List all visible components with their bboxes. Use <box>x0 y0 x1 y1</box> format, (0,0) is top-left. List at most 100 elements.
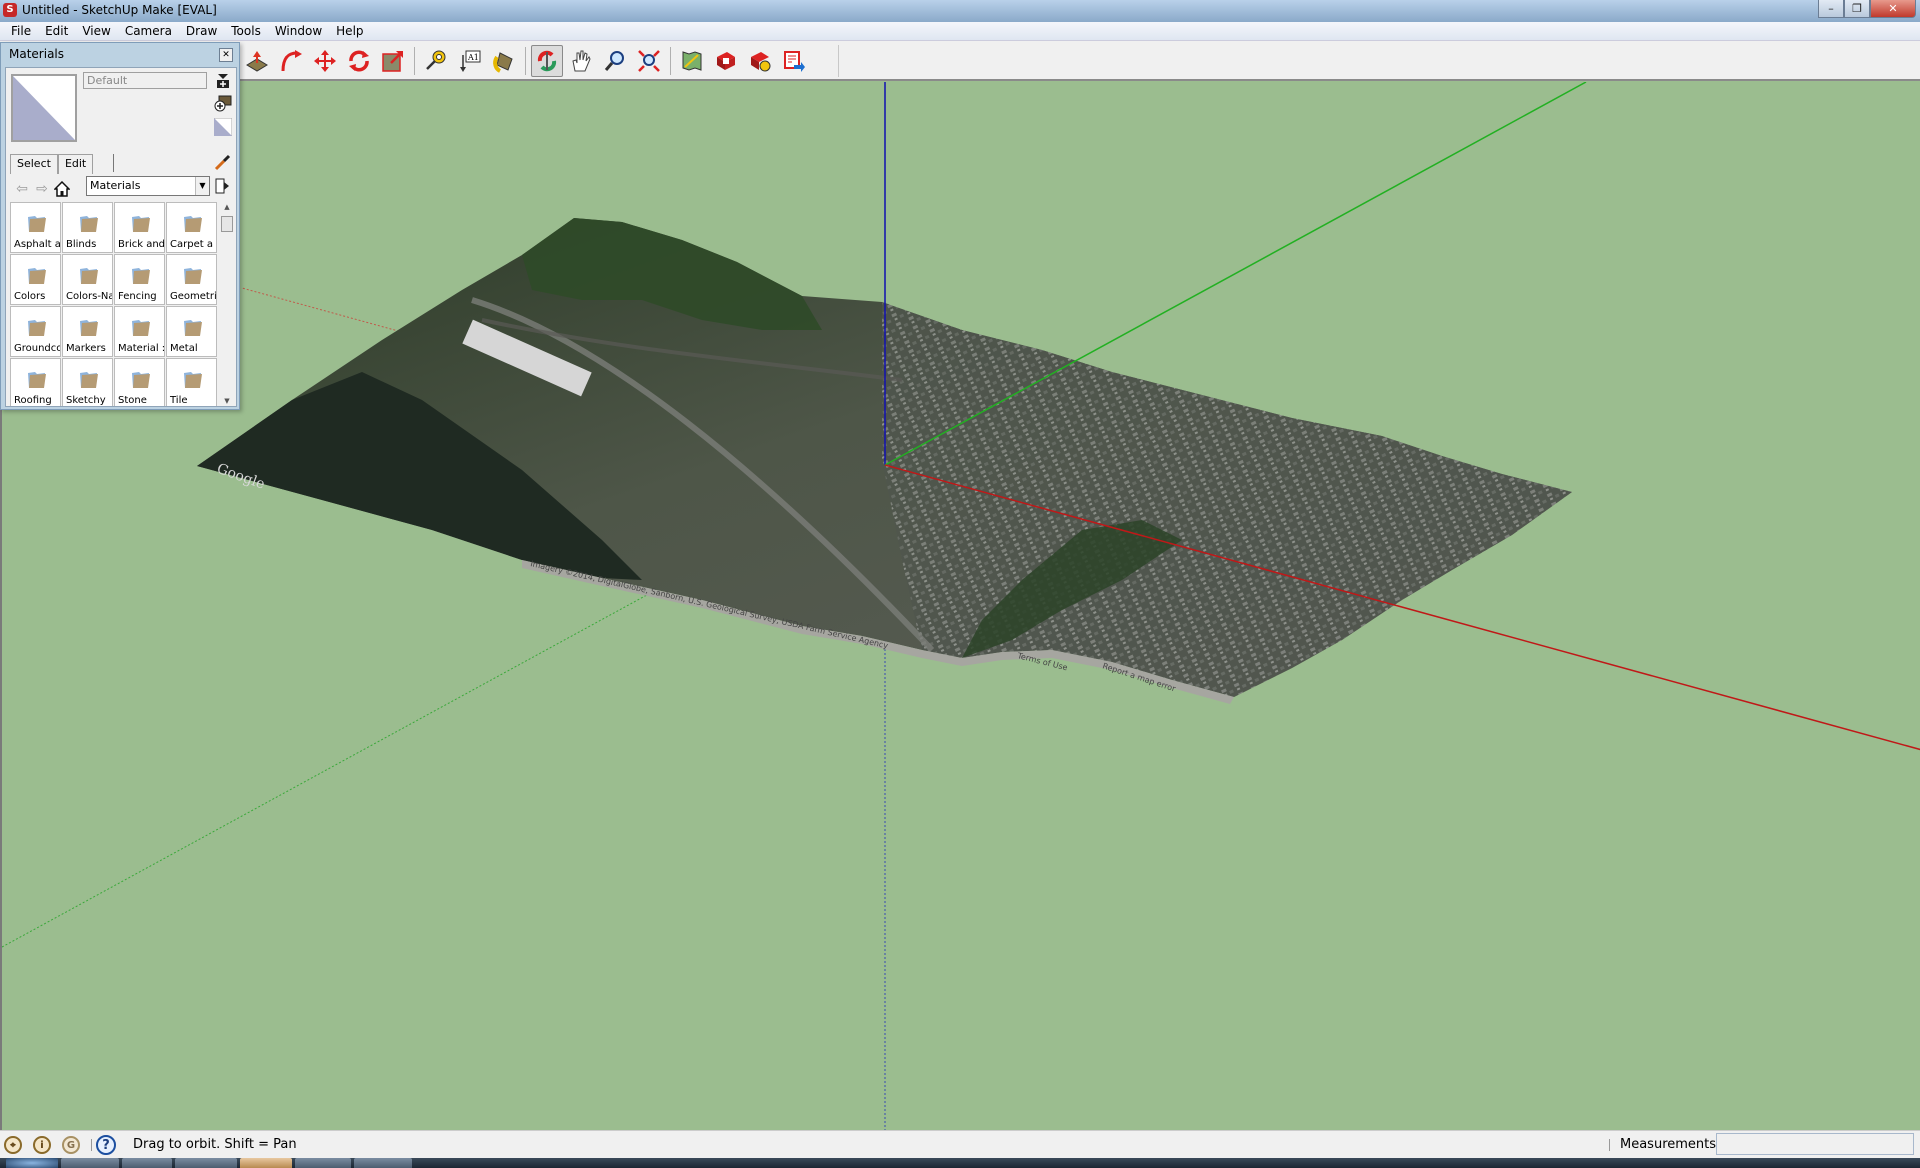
menu-window[interactable]: Window <box>268 24 329 38</box>
taskbar-item[interactable] <box>354 1158 412 1168</box>
folder-icon <box>132 268 150 284</box>
material-folder[interactable]: Blinds <box>62 202 113 253</box>
folder-icon <box>132 372 150 388</box>
material-folder[interactable]: Metal <box>166 306 217 357</box>
menu-tools[interactable]: Tools <box>224 24 268 38</box>
home-button[interactable] <box>52 180 72 198</box>
menu-view[interactable]: View <box>75 24 117 38</box>
folder-label: Colors <box>14 291 46 302</box>
folder-label: Groundco <box>14 343 61 354</box>
menu-edit[interactable]: Edit <box>38 24 75 38</box>
pan-tool[interactable] <box>565 45 597 77</box>
tab-divider <box>113 154 115 172</box>
material-folder[interactable]: Asphalt a <box>10 202 61 253</box>
details-button[interactable] <box>214 177 230 198</box>
taskbar-item[interactable] <box>122 1158 172 1168</box>
create-material-icon <box>214 95 232 112</box>
scroll-down-arrow[interactable]: ▼ <box>220 397 234 405</box>
scale-tool[interactable] <box>377 45 409 77</box>
tape-measure-icon <box>426 50 446 70</box>
zoom-extents-tool[interactable] <box>633 45 665 77</box>
taskbar-item[interactable] <box>175 1158 237 1168</box>
move-tool[interactable] <box>309 45 341 77</box>
text-tool[interactable]: A1 <box>454 45 486 77</box>
folder-label: Metal <box>170 343 198 354</box>
maximize-button[interactable]: ❐ <box>1844 0 1870 18</box>
sample-paint-button[interactable] <box>214 153 232 174</box>
material-folder[interactable]: Roofing <box>10 358 61 406</box>
status-bar: ⌖ i G ? Drag to orbit. Shift = Pan Measu… <box>0 1130 1920 1158</box>
google-icon[interactable]: G <box>62 1136 80 1154</box>
back-arrow-button[interactable]: ⇦ <box>12 180 32 198</box>
get-models-tool[interactable] <box>710 45 742 77</box>
tape-measure-tool[interactable] <box>420 45 452 77</box>
credits-person-icon[interactable]: i <box>33 1136 51 1154</box>
os-taskbar <box>0 1158 1920 1168</box>
folder-icon <box>184 268 202 284</box>
scroll-up-arrow[interactable]: ▲ <box>220 203 234 211</box>
measurements-input[interactable] <box>1716 1133 1914 1155</box>
folder-label: Brick and <box>118 239 165 250</box>
toolbar-separator <box>525 47 526 75</box>
zoom-tool[interactable] <box>599 45 631 77</box>
create-material-button[interactable] <box>214 94 232 112</box>
library-dropdown[interactable]: Materials ▼ <box>86 176 210 196</box>
modeling-viewport[interactable]: Google Imagery ©2014, DigitalGlobe, Sanb… <box>0 82 1920 1130</box>
minimize-button[interactable]: – <box>1818 0 1844 18</box>
start-button[interactable] <box>6 1158 58 1168</box>
folder-label: Fencing <box>118 291 157 302</box>
menu-file[interactable]: File <box>4 24 38 38</box>
material-folder[interactable]: Brick and <box>114 202 165 253</box>
push-pull-tool[interactable] <box>241 45 273 77</box>
material-folder[interactable]: Geometri <box>166 254 217 305</box>
taskbar-item[interactable] <box>295 1158 351 1168</box>
material-grid-scrollbar[interactable]: ▲ ▼ <box>220 202 234 406</box>
taskbar-item[interactable] <box>61 1158 119 1168</box>
default-material-button[interactable] <box>214 118 232 136</box>
follow-me-tool[interactable] <box>275 45 307 77</box>
material-folder[interactable]: Colors-Na <box>62 254 113 305</box>
add-location-tool[interactable] <box>676 45 708 77</box>
status-divider <box>91 1139 92 1151</box>
tab-edit[interactable]: Edit <box>57 154 94 174</box>
zoom-icon <box>604 51 624 71</box>
svg-text:A1: A1 <box>467 53 479 62</box>
instructor-help-button[interactable]: ? <box>96 1135 116 1155</box>
folder-icon <box>28 372 46 388</box>
geo-location-icon[interactable]: ⌖ <box>4 1136 22 1154</box>
chevron-down-icon[interactable]: ▼ <box>195 177 209 195</box>
menu-camera[interactable]: Camera <box>118 24 179 38</box>
orbit-tool[interactable] <box>531 45 563 77</box>
material-folder[interactable]: Sketchy <box>62 358 113 406</box>
folder-label: Roofing <box>14 395 52 406</box>
material-folder[interactable]: Markers <box>62 306 113 357</box>
tab-select[interactable]: Select <box>10 154 58 174</box>
material-folder[interactable]: Carpet a <box>166 202 217 253</box>
share-model-tool[interactable] <box>744 45 776 77</box>
rotate-tool[interactable] <box>343 45 375 77</box>
paint-bucket-icon <box>493 52 513 73</box>
material-folder[interactable]: Colors <box>10 254 61 305</box>
menu-help[interactable]: Help <box>329 24 370 38</box>
materials-panel-close-button[interactable]: ✕ <box>219 48 233 62</box>
paint-bucket-tool[interactable] <box>488 45 520 77</box>
scale-icon <box>382 51 403 72</box>
scene-canvas[interactable]: Google Imagery ©2014, DigitalGlobe, Sanb… <box>2 82 1920 1130</box>
material-name-field[interactable]: Default <box>83 72 207 89</box>
material-folder[interactable]: Fencing <box>114 254 165 305</box>
folder-label: Carpet a <box>170 239 213 250</box>
folder-label: Tile <box>170 395 188 406</box>
toolbar-separator <box>670 47 671 75</box>
close-button[interactable]: ✕ <box>1870 0 1916 18</box>
menu-draw[interactable]: Draw <box>179 24 224 38</box>
material-folder[interactable]: Material : <box>114 306 165 357</box>
material-folder[interactable]: Tile <box>166 358 217 406</box>
display-secondary-selection-button[interactable] <box>214 72 232 90</box>
zoom-extents-icon <box>638 50 660 72</box>
material-folder[interactable]: Groundco <box>10 306 61 357</box>
send-to-layout-tool[interactable] <box>778 45 810 77</box>
taskbar-item[interactable] <box>240 1158 292 1168</box>
material-folder[interactable]: Stone <box>114 358 165 406</box>
forward-arrow-button[interactable]: ⇨ <box>32 180 52 198</box>
scroll-thumb[interactable] <box>221 216 233 232</box>
